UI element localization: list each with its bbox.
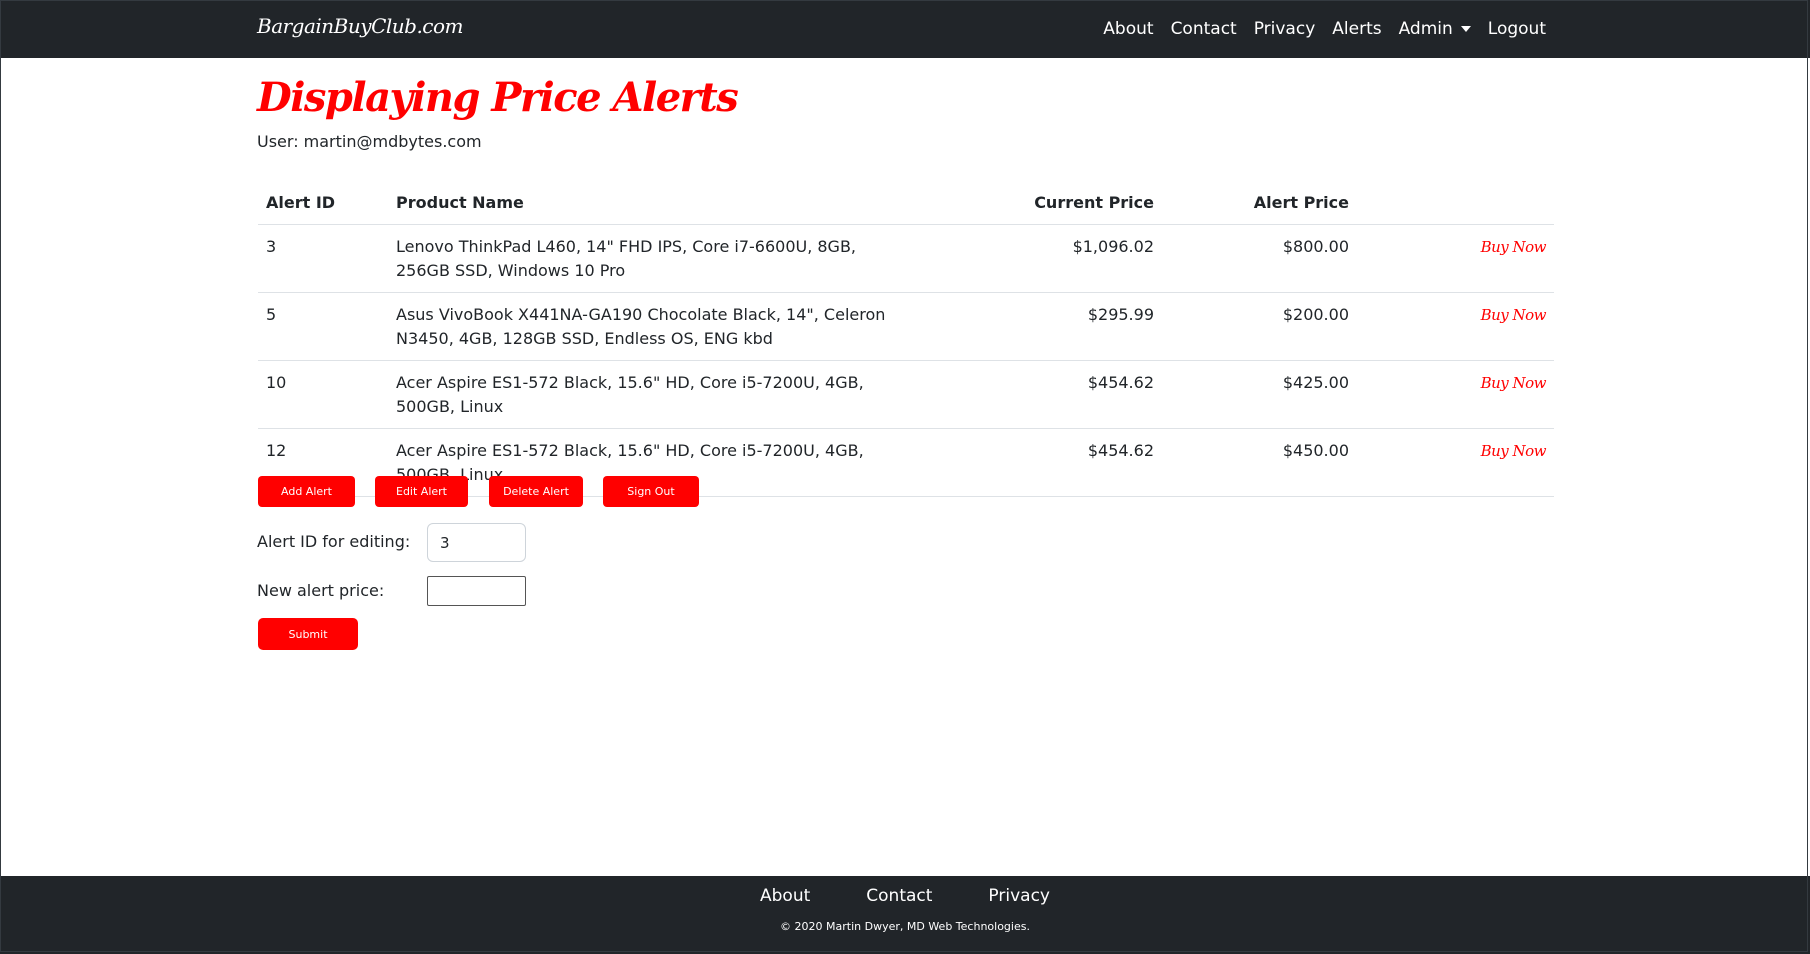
viewport-border (0, 0, 1808, 952)
browser-viewport: BargainBuyClub.com About Contact Privacy… (0, 0, 1810, 954)
